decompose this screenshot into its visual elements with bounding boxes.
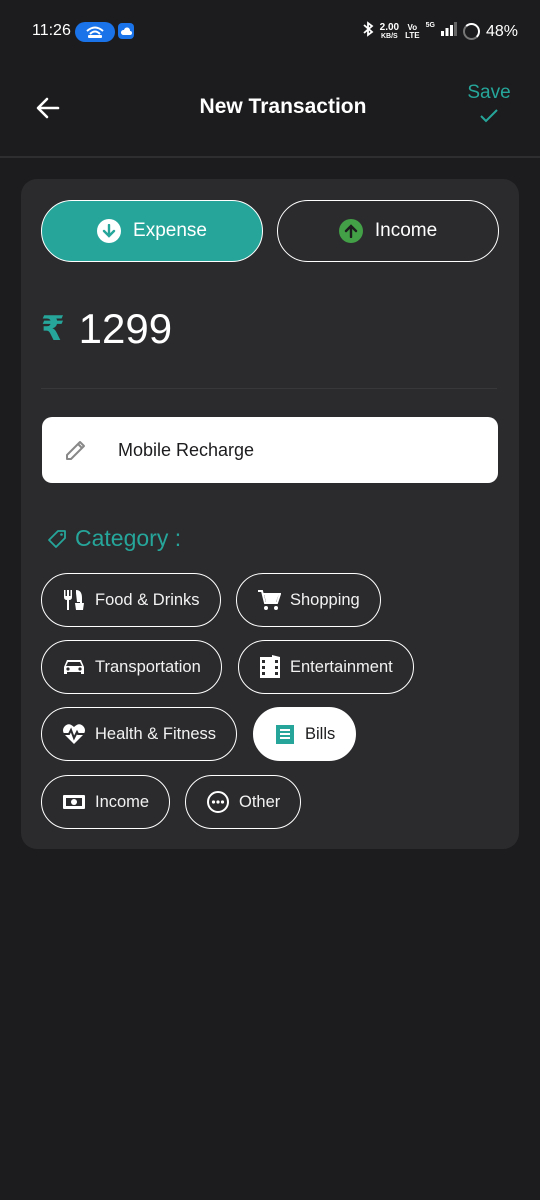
note-field[interactable]: Mobile Recharge [42, 417, 498, 483]
battery-icon [462, 23, 480, 40]
arrow-up-circle-icon [338, 219, 363, 243]
more-icon [207, 791, 229, 813]
category-chip-other[interactable]: Other [185, 775, 302, 829]
pencil-icon [66, 441, 85, 460]
chip-label: Income [95, 792, 150, 811]
chip-label: Health & Fitness [95, 724, 217, 743]
fork-knife-icon [64, 590, 84, 610]
cloud-icon [118, 23, 134, 39]
status-bar: 11:26 2.00 KB/S Vo LTE 5G 48% [0, 0, 540, 64]
status-time: 11:26 [32, 22, 71, 39]
tag-icon [48, 529, 66, 548]
network-type: 5G [425, 22, 435, 29]
heart-pulse-icon [63, 724, 85, 744]
film-icon [260, 655, 280, 678]
amount-value: 1299 [78, 305, 173, 352]
shopping-cart-icon [258, 590, 281, 610]
expense-label: Expense [133, 220, 207, 241]
category-chip-shopping[interactable]: Shopping [236, 573, 381, 627]
save-label: Save [467, 82, 511, 103]
check-icon [480, 109, 498, 123]
category-chip-entertainment[interactable]: Entertainment [238, 640, 414, 694]
bluetooth-icon [362, 21, 374, 42]
hotspot-icon [75, 22, 115, 42]
currency-symbol: ₹ [41, 310, 65, 348]
category-chip-transportation[interactable]: Transportation [41, 640, 222, 694]
category-heading-label: Category : [75, 525, 182, 551]
category-chip-bills[interactable]: Bills [253, 707, 357, 761]
chip-label: Shopping [290, 590, 360, 609]
chip-label: Transportation [95, 657, 201, 676]
income-label: Income [374, 220, 438, 241]
receipt-icon [276, 725, 294, 744]
network-speed: 2.00 KB/S [379, 21, 400, 40]
money-icon [63, 795, 85, 809]
save-button[interactable]: Save [464, 82, 514, 124]
app-bar: New Transaction Save [0, 64, 540, 158]
income-toggle-button[interactable]: Income [277, 200, 499, 262]
chip-label: Entertainment [290, 657, 393, 676]
chip-label: Bills [305, 724, 336, 743]
volte-indicator: Vo LTE [405, 22, 420, 40]
battery-level: 48% [485, 22, 518, 40]
signal-icon [440, 22, 457, 41]
arrow-down-circle-icon [97, 219, 122, 243]
car-icon [64, 660, 84, 674]
page-title: New Transaction [199, 95, 367, 118]
note-value: Mobile Recharge [118, 439, 255, 460]
amount-input[interactable]: ₹ 1299 [41, 305, 172, 353]
category-chip-health-fitness[interactable]: Health & Fitness [41, 707, 238, 761]
category-heading: Category : [47, 525, 181, 552]
divider [41, 388, 497, 389]
chip-label: Food & Drinks [95, 590, 200, 609]
chip-label: Other [239, 792, 281, 811]
category-chip-income[interactable]: Income [41, 775, 171, 829]
expense-toggle-button[interactable]: Expense [41, 200, 263, 262]
category-chip-food-drinks[interactable]: Food & Drinks [41, 573, 221, 627]
transaction-form-card: Expense Income ₹ 1299 Mobile Recharge Ca… [21, 179, 519, 849]
